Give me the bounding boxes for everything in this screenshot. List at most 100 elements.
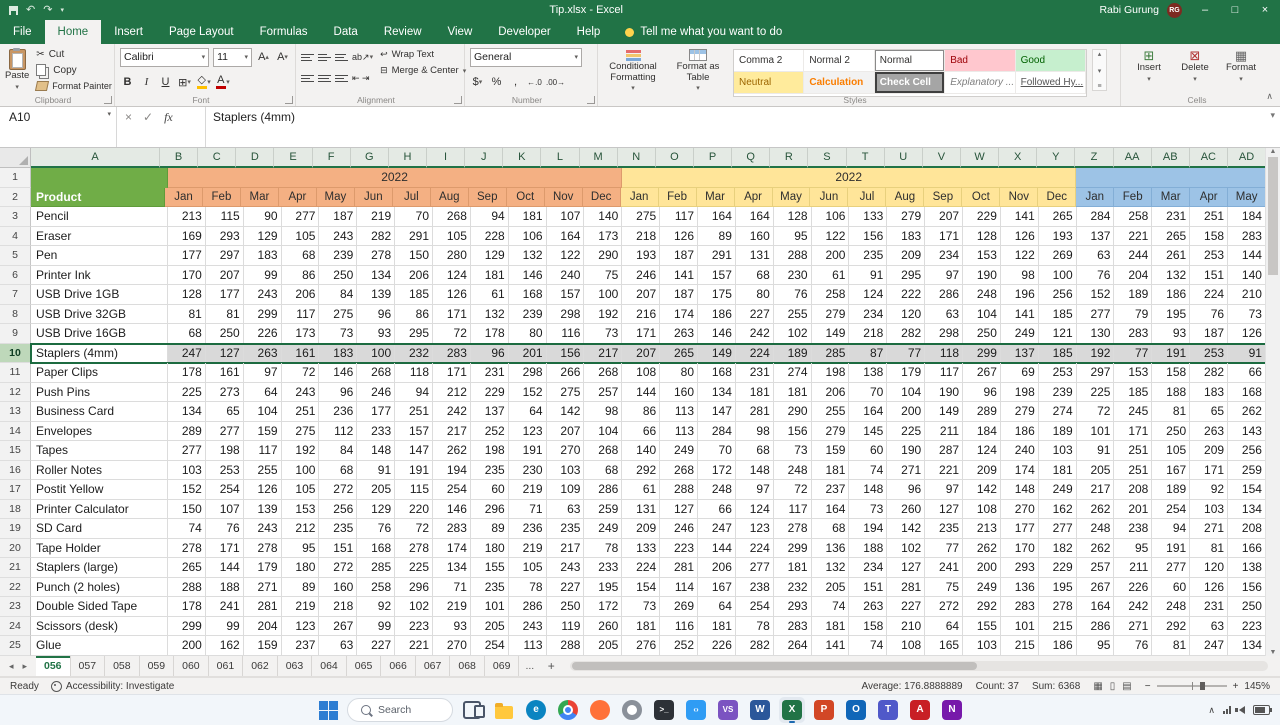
copy-button[interactable]: Copy — [34, 63, 114, 78]
cell[interactable]: 212 — [433, 382, 471, 402]
cell-product-11[interactable]: Paper Clips — [31, 363, 168, 383]
cell[interactable]: 207 — [622, 343, 661, 363]
cell[interactable]: 252 — [470, 421, 509, 441]
cell[interactable]: 216 — [622, 304, 661, 324]
cell[interactable]: 282 — [1190, 363, 1229, 383]
cell[interactable]: 243 — [508, 616, 547, 636]
cell[interactable]: 296 — [395, 577, 434, 597]
sheet-tab-060[interactable]: 060 — [174, 656, 209, 676]
cell[interactable]: 286 — [1076, 616, 1115, 636]
cell[interactable]: 293 — [205, 226, 244, 246]
cell[interactable]: 281 — [660, 558, 699, 578]
row-header-1[interactable]: 1 — [0, 168, 31, 188]
cell[interactable]: 120 — [887, 304, 926, 324]
month-cell[interactable]: Apr — [278, 187, 317, 207]
cell[interactable]: 79 — [1114, 304, 1153, 324]
cell[interactable]: 249 — [1038, 480, 1077, 500]
cell[interactable]: 219 — [281, 597, 320, 617]
cell[interactable]: 288 — [660, 480, 699, 500]
cell[interactable]: 140 — [1228, 265, 1266, 285]
cell[interactable]: 101 — [1076, 421, 1115, 441]
cell[interactable]: 137 — [1076, 226, 1115, 246]
column-header-T[interactable]: T — [846, 148, 885, 168]
cell[interactable]: 226 — [1114, 577, 1153, 597]
month-cell[interactable]: Mar — [1152, 187, 1191, 207]
cell[interactable]: 262 — [1228, 402, 1266, 422]
cell[interactable]: 103 — [1190, 499, 1229, 519]
alignment-dialog-launcher[interactable] — [454, 96, 462, 104]
sheet-tab-068[interactable]: 068 — [450, 656, 485, 676]
cell[interactable]: 141 — [1000, 304, 1039, 324]
month-cell[interactable]: Feb — [1114, 187, 1153, 207]
cell[interactable]: 223 — [395, 616, 434, 636]
cell[interactable]: 141 — [1000, 207, 1039, 227]
cell[interactable]: 298 — [925, 324, 964, 344]
merge-center-button[interactable]: ⊟ Merge & Center ▾ — [378, 63, 468, 78]
cell[interactable]: 235 — [925, 519, 964, 539]
cell[interactable]: 185 — [1038, 304, 1077, 324]
cell[interactable]: 247 — [1190, 636, 1229, 656]
sheet-tab-058[interactable]: 058 — [105, 656, 140, 676]
cell[interactable]: 282 — [887, 324, 926, 344]
cell[interactable]: 60 — [849, 441, 888, 461]
cell[interactable]: 173 — [281, 324, 320, 344]
cell[interactable]: 188 — [1152, 382, 1191, 402]
cell[interactable]: 76 — [1076, 265, 1115, 285]
cell[interactable]: 239 — [508, 304, 547, 324]
minimize-button[interactable]: – — [1190, 0, 1220, 20]
cell[interactable]: 117 — [925, 363, 964, 383]
column-header-Q[interactable]: Q — [732, 148, 771, 168]
cell[interactable]: 261 — [1152, 246, 1191, 266]
cell[interactable]: 126 — [1000, 226, 1039, 246]
year-band-left[interactable]: 2022 — [168, 168, 623, 188]
cell[interactable]: 103 — [546, 460, 585, 480]
cell[interactable]: 219 — [508, 480, 547, 500]
cell[interactable]: 132 — [811, 558, 850, 578]
cell[interactable]: 253 — [1190, 343, 1229, 363]
cell[interactable]: 278 — [168, 538, 206, 558]
column-header-H[interactable]: H — [388, 148, 427, 168]
cell[interactable]: 171 — [622, 324, 661, 344]
cell[interactable]: 283 — [433, 343, 471, 363]
column-header-X[interactable]: X — [999, 148, 1038, 168]
cell[interactable]: 105 — [433, 226, 471, 246]
cell[interactable]: 162 — [1038, 499, 1077, 519]
cell[interactable]: 149 — [698, 343, 736, 363]
zoom-level[interactable]: 145% — [1244, 681, 1270, 692]
column-header-P[interactable]: P — [693, 148, 733, 168]
cell[interactable]: 164 — [735, 207, 774, 227]
insert-function-icon[interactable]: fx — [164, 110, 173, 125]
cell[interactable]: 77 — [925, 538, 964, 558]
cell[interactable]: 246 — [357, 382, 396, 402]
cell[interactable]: 124 — [849, 285, 888, 305]
taskbar-icon-settings[interactable] — [619, 697, 645, 723]
cell[interactable]: 271 — [1114, 616, 1153, 636]
cell-product-17[interactable]: Postit Yellow — [31, 480, 168, 500]
cell[interactable]: 61 — [470, 285, 509, 305]
cell[interactable]: 295 — [887, 265, 926, 285]
cell[interactable]: 68 — [281, 246, 320, 266]
cell[interactable]: 154 — [1228, 480, 1266, 500]
ribbon-tab-formulas[interactable]: Formulas — [247, 20, 321, 44]
cell[interactable]: 219 — [433, 597, 471, 617]
cell[interactable]: 253 — [205, 460, 244, 480]
cell[interactable]: 248 — [698, 480, 736, 500]
confirm-entry-icon[interactable]: ✓ — [143, 110, 153, 124]
taskbar-icon-file-explorer[interactable] — [491, 697, 517, 723]
cell[interactable]: 277 — [205, 421, 244, 441]
cell[interactable]: 286 — [584, 480, 623, 500]
cell[interactable]: 278 — [357, 246, 396, 266]
cell[interactable]: 186 — [698, 304, 736, 324]
cell[interactable]: 97 — [925, 265, 964, 285]
currency-icon[interactable]: $ ▾ — [470, 74, 485, 90]
cell[interactable]: 117 — [773, 499, 812, 519]
cell[interactable]: 227 — [887, 597, 926, 617]
cell[interactable]: 299 — [773, 538, 812, 558]
vertical-scroll-thumb[interactable] — [1268, 157, 1278, 275]
cell[interactable]: 64 — [508, 402, 547, 422]
cell[interactable]: 297 — [1076, 363, 1115, 383]
cell[interactable]: 258 — [1114, 207, 1153, 227]
cell[interactable]: 141 — [811, 636, 850, 656]
cell[interactable]: 224 — [735, 538, 774, 558]
cell[interactable]: 154 — [622, 577, 661, 597]
